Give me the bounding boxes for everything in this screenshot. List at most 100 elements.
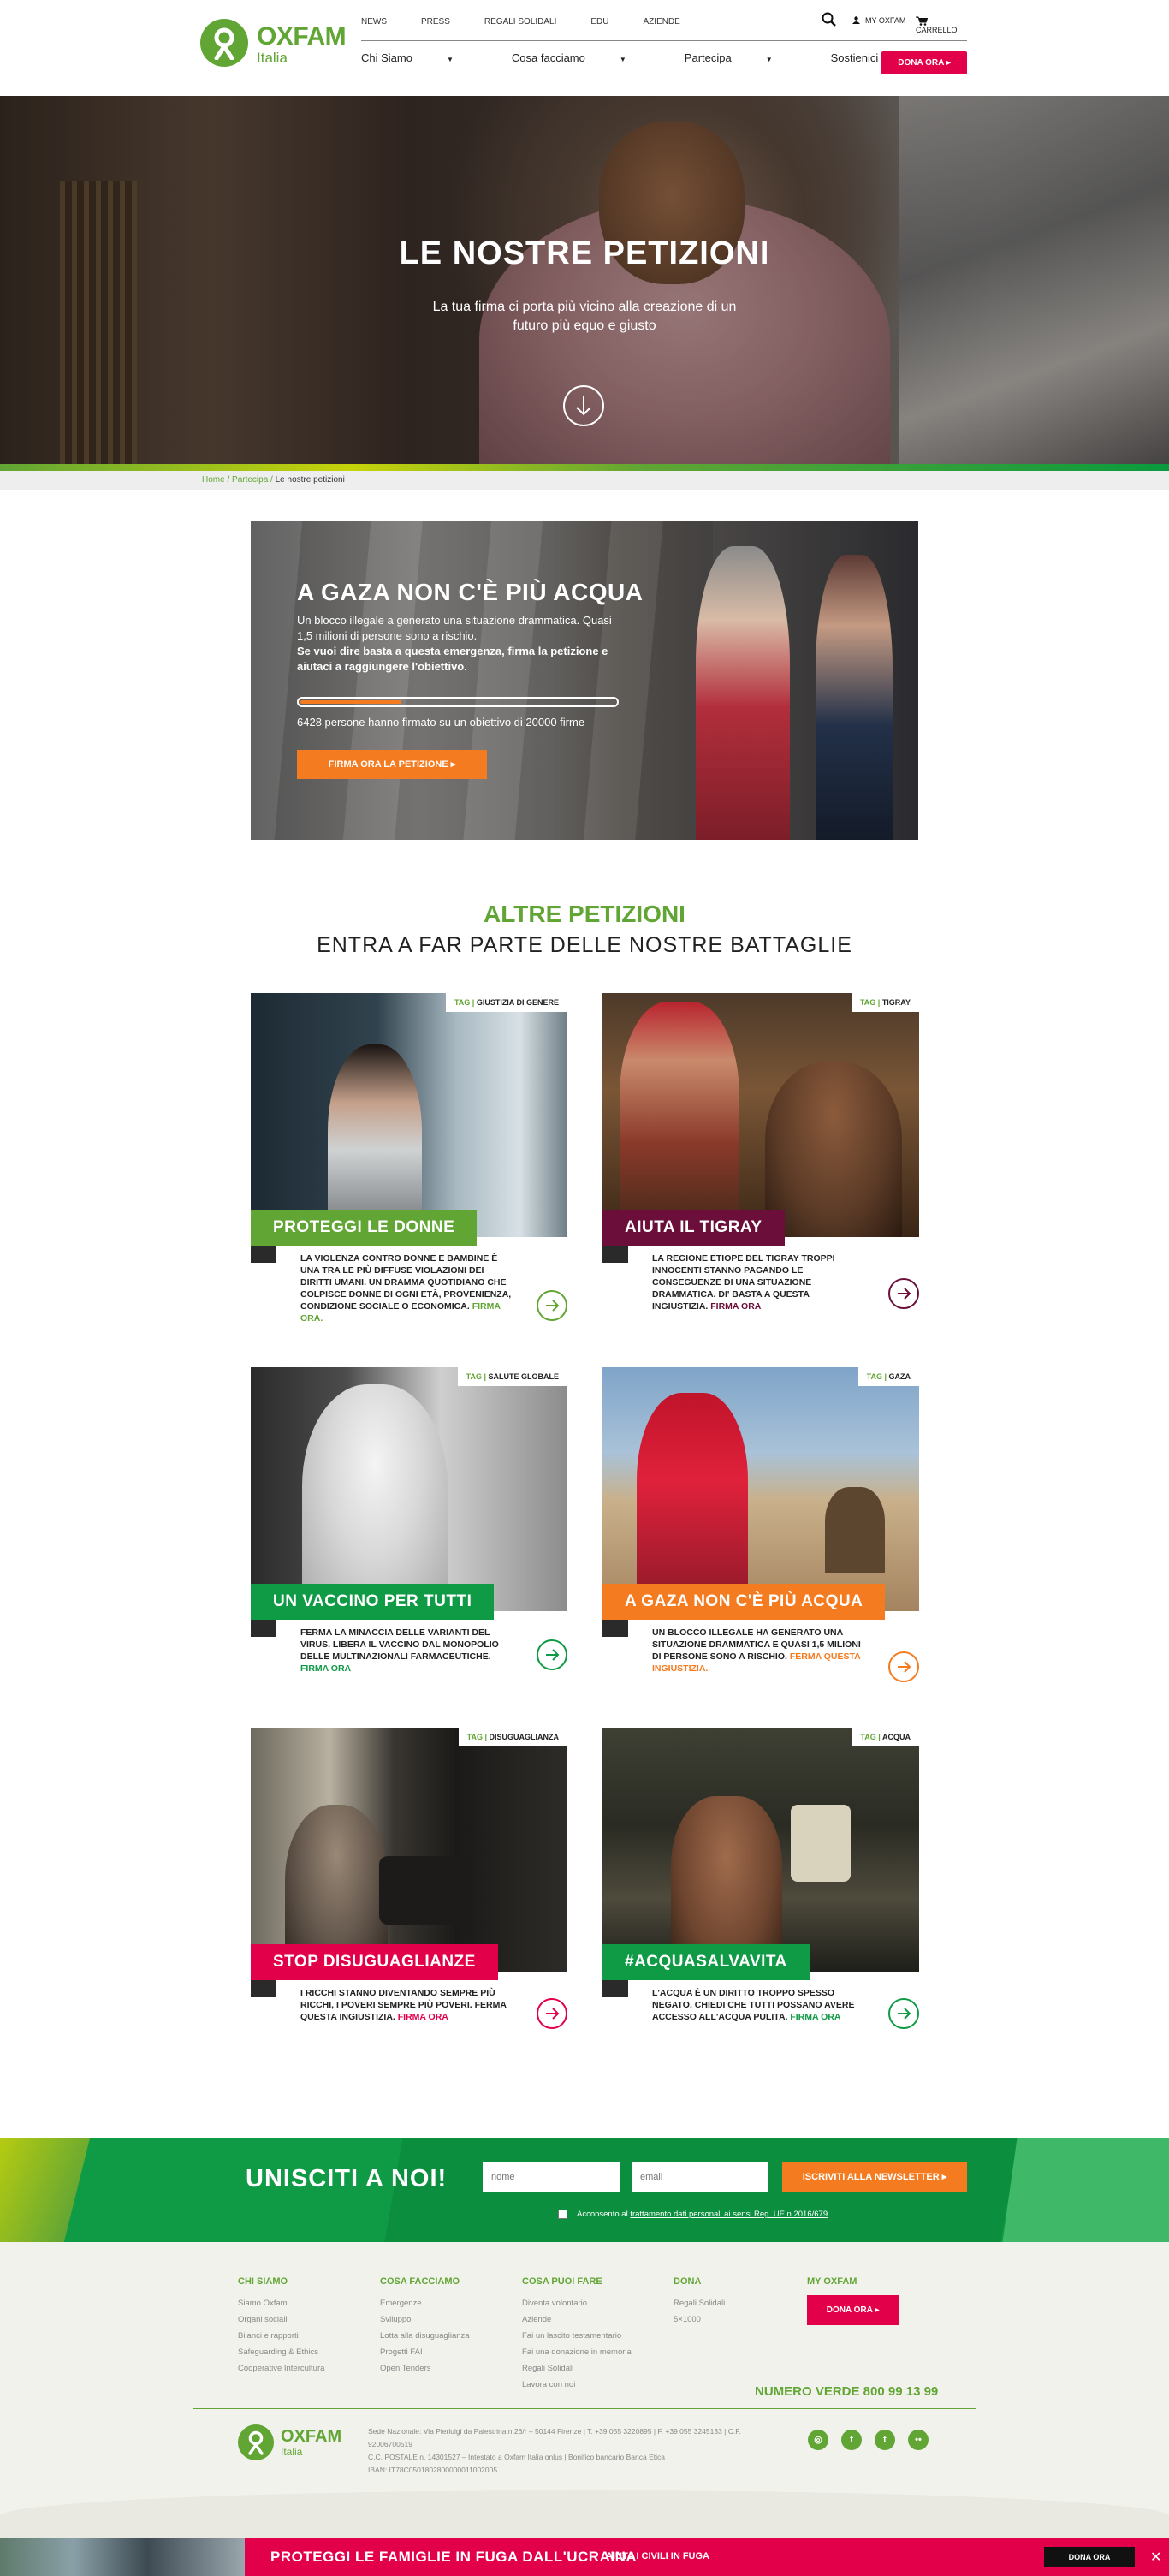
card-tag: TAG | SALUTE GLOBALE — [457, 1367, 567, 1386]
footer-link[interactable]: Safeguarding & Ethics — [238, 2344, 324, 2360]
footer-column-dona: DONA Regali Solidali 5×1000 — [674, 2276, 725, 2328]
card-cta[interactable]: FIRMA ORA — [790, 2012, 840, 2022]
signature-count: 6428 persone hanno firmato su un obietti… — [297, 716, 585, 729]
tag-value: GIUSTIZIA DI GENERE — [476, 998, 559, 1007]
footer-logo-subtext: Italia — [281, 2446, 303, 2458]
main-nav-partecipa[interactable]: Partecipa ▼ — [685, 51, 802, 64]
footer-link[interactable]: Progetti FAI — [380, 2344, 470, 2360]
footer-link[interactable]: Bilanci e rapporti — [238, 2328, 324, 2344]
close-icon[interactable]: ✕ — [1150, 2549, 1161, 2565]
oxfam-logo[interactable]: OXFAM Italia — [200, 19, 347, 67]
top-nav-aziende[interactable]: AZIENDE — [644, 17, 680, 27]
breadcrumb: Home / Partecipa / Le nostre petizioni — [202, 475, 345, 485]
footer-link[interactable]: Siamo Oxfam — [238, 2295, 324, 2311]
main-nav-chi-siamo[interactable]: Chi Siamo ▼ — [361, 51, 483, 64]
card-arrow-button[interactable] — [537, 1998, 567, 2029]
featured-petition: A GAZA NON C'È PIÙ ACQUA Un blocco illeg… — [251, 521, 918, 840]
signature-progress-bar — [297, 697, 619, 707]
footer-link[interactable]: Sviluppo — [380, 2311, 470, 2328]
card-tag: TAG | DISUGUAGLIANZA — [458, 1728, 567, 1746]
card-title: PROTEGGI LE DONNE — [251, 1210, 478, 1246]
petition-card[interactable]: TAG | DISUGUAGLIANZA STOP DISUGUAGLIANZE… — [251, 1728, 567, 2053]
main-nav-cosa-facciamo[interactable]: Cosa facciamo ▼ — [512, 51, 656, 64]
footer-link[interactable]: Fai una donazione in memoria — [522, 2344, 632, 2360]
card-description: FERMA LA MINACCIA DELLE VARIANTI DEL VIR… — [300, 1627, 499, 1662]
cart-link[interactable]: CARRELLO — [916, 16, 969, 34]
top-nav-news[interactable]: NEWS — [361, 17, 387, 27]
card-arrow-button[interactable] — [537, 1639, 567, 1670]
hero-subtitle: La tua firma ci porta più vicino alla cr… — [432, 300, 737, 333]
hero-banner: LE NOSTRE PETIZIONI La tua firma ci port… — [0, 96, 1169, 464]
petition-card[interactable]: TAG | GAZA A GAZA NON C'È PIÙ ACQUA UN B… — [602, 1367, 919, 1693]
user-icon — [852, 16, 860, 24]
card-cta[interactable]: FIRMA ORA — [710, 1301, 761, 1312]
sign-petition-button[interactable]: FIRMA ORA LA PETIZIONE ▸ — [297, 750, 487, 779]
consent-checkbox[interactable] — [558, 2210, 567, 2219]
banner-donate-button[interactable]: DONA ORA — [1044, 2547, 1135, 2567]
card-text: I RICCHI STANNO DIVENTANDO SEMPRE PIÙ RI… — [300, 1987, 514, 2023]
card-text: LA REGIONE ETIOPE DEL TIGRAY TROPPI INNO… — [652, 1252, 866, 1312]
header-divider — [361, 40, 967, 41]
footer-link[interactable]: Cooperative Intercultura — [238, 2360, 324, 2377]
footer-divider — [193, 2408, 976, 2409]
twitter-icon[interactable]: t — [875, 2430, 895, 2450]
legal-payment: C.C. POSTALE n. 14301527 – Intestato a O… — [368, 2453, 665, 2461]
toll-free-number: NUMERO VERDE 800 99 13 99 — [755, 2384, 939, 2399]
breadcrumb-current: Le nostre petizioni — [275, 475, 345, 485]
footer-link[interactable]: Lotta alla disuguaglianza — [380, 2328, 470, 2344]
consent-label: Acconsento al trattamento dati personali… — [577, 2210, 828, 2219]
footer-link[interactable]: Fai un lascito testamentario — [522, 2328, 632, 2344]
card-tag: TAG | ACQUA — [852, 1728, 919, 1746]
petition-card[interactable]: TAG | TIGRAY AIUTA IL TIGRAY LA REGIONE … — [602, 993, 919, 1318]
breadcrumb-partecipa[interactable]: Partecipa — [232, 475, 268, 485]
footer-logo[interactable]: OXFAM Italia — [238, 2424, 341, 2462]
tag-value: TIGRAY — [881, 998, 911, 1007]
card-cta[interactable]: FIRMA ORA — [398, 2012, 448, 2022]
card-accent — [251, 1620, 276, 1637]
top-nav-press[interactable]: PRESS — [421, 17, 450, 27]
flickr-icon[interactable]: •• — [908, 2430, 929, 2450]
search-icon[interactable] — [822, 12, 837, 31]
petition-card[interactable]: TAG | ACQUA #ACQUASALVAVITA L'ACQUA È UN… — [602, 1728, 919, 2053]
privacy-link[interactable]: trattamento dati personali ai sensi Reg.… — [630, 2210, 828, 2219]
my-oxfam-link[interactable]: MY OXFAM — [852, 16, 905, 25]
petition-card[interactable]: TAG | SALUTE GLOBALE UN VACCINO PER TUTT… — [251, 1367, 567, 1693]
footer-link[interactable]: Lavora con noi — [522, 2377, 632, 2393]
footer-link[interactable]: Emergenze — [380, 2295, 470, 2311]
footer-link[interactable]: Diventa volontario — [522, 2295, 632, 2311]
newsletter-email-input[interactable] — [632, 2162, 768, 2192]
footer-link[interactable]: Aziende — [522, 2311, 632, 2328]
card-arrow-button[interactable] — [888, 1651, 919, 1682]
footer-link[interactable]: Regali Solidali — [522, 2360, 632, 2377]
top-nav-regali-solidali[interactable]: REGALI SOLIDALI — [484, 17, 556, 27]
card-arrow-button[interactable] — [537, 1290, 567, 1321]
featured-image-wall — [251, 521, 713, 840]
card-image — [251, 993, 567, 1237]
footer-donate-button[interactable]: DONA ORA ▸ — [807, 2295, 899, 2325]
scroll-down-button[interactable] — [563, 385, 604, 426]
site-footer: CHI SIAMO Siamo Oxfam Organi sociali Bil… — [0, 2242, 1169, 2542]
arrow-right-icon — [546, 1300, 560, 1312]
breadcrumb-home[interactable]: Home — [202, 475, 225, 485]
footer-link[interactable]: Organi sociali — [238, 2311, 324, 2328]
card-cta[interactable]: FIRMA ORA — [300, 1663, 351, 1674]
featured-description: Un blocco illegale a generato una situaz… — [297, 614, 612, 642]
card-image — [251, 1367, 567, 1611]
card-arrow-button[interactable] — [888, 1278, 919, 1309]
donate-button[interactable]: DONA ORA ▸ — [881, 51, 967, 74]
petition-card[interactable]: TAG | GIUSTIZIA DI GENERE PROTEGGI LE DO… — [251, 993, 567, 1324]
footer-link[interactable]: Open Tenders — [380, 2360, 470, 2377]
facebook-icon[interactable]: f — [841, 2430, 862, 2450]
footer-link[interactable]: Regali Solidali — [674, 2295, 725, 2311]
newsletter-name-input[interactable] — [483, 2162, 620, 2192]
instagram-icon[interactable]: ◎ — [808, 2430, 828, 2450]
card-title: STOP DISUGUAGLIANZE — [251, 1944, 498, 1980]
header-utilities: MY OXFAM CARRELLO — [822, 12, 969, 34]
card-image — [251, 1728, 567, 1972]
main-nav-label: Chi Siamo — [361, 51, 412, 64]
newsletter-subscribe-button[interactable]: ISCRIVITI ALLA NEWSLETTER ▸ — [782, 2162, 967, 2192]
footer-link[interactable]: 5×1000 — [674, 2311, 725, 2328]
footer-heading: MY OXFAM — [807, 2276, 857, 2287]
top-nav-edu[interactable]: EDU — [590, 17, 608, 27]
card-arrow-button[interactable] — [888, 1998, 919, 2029]
